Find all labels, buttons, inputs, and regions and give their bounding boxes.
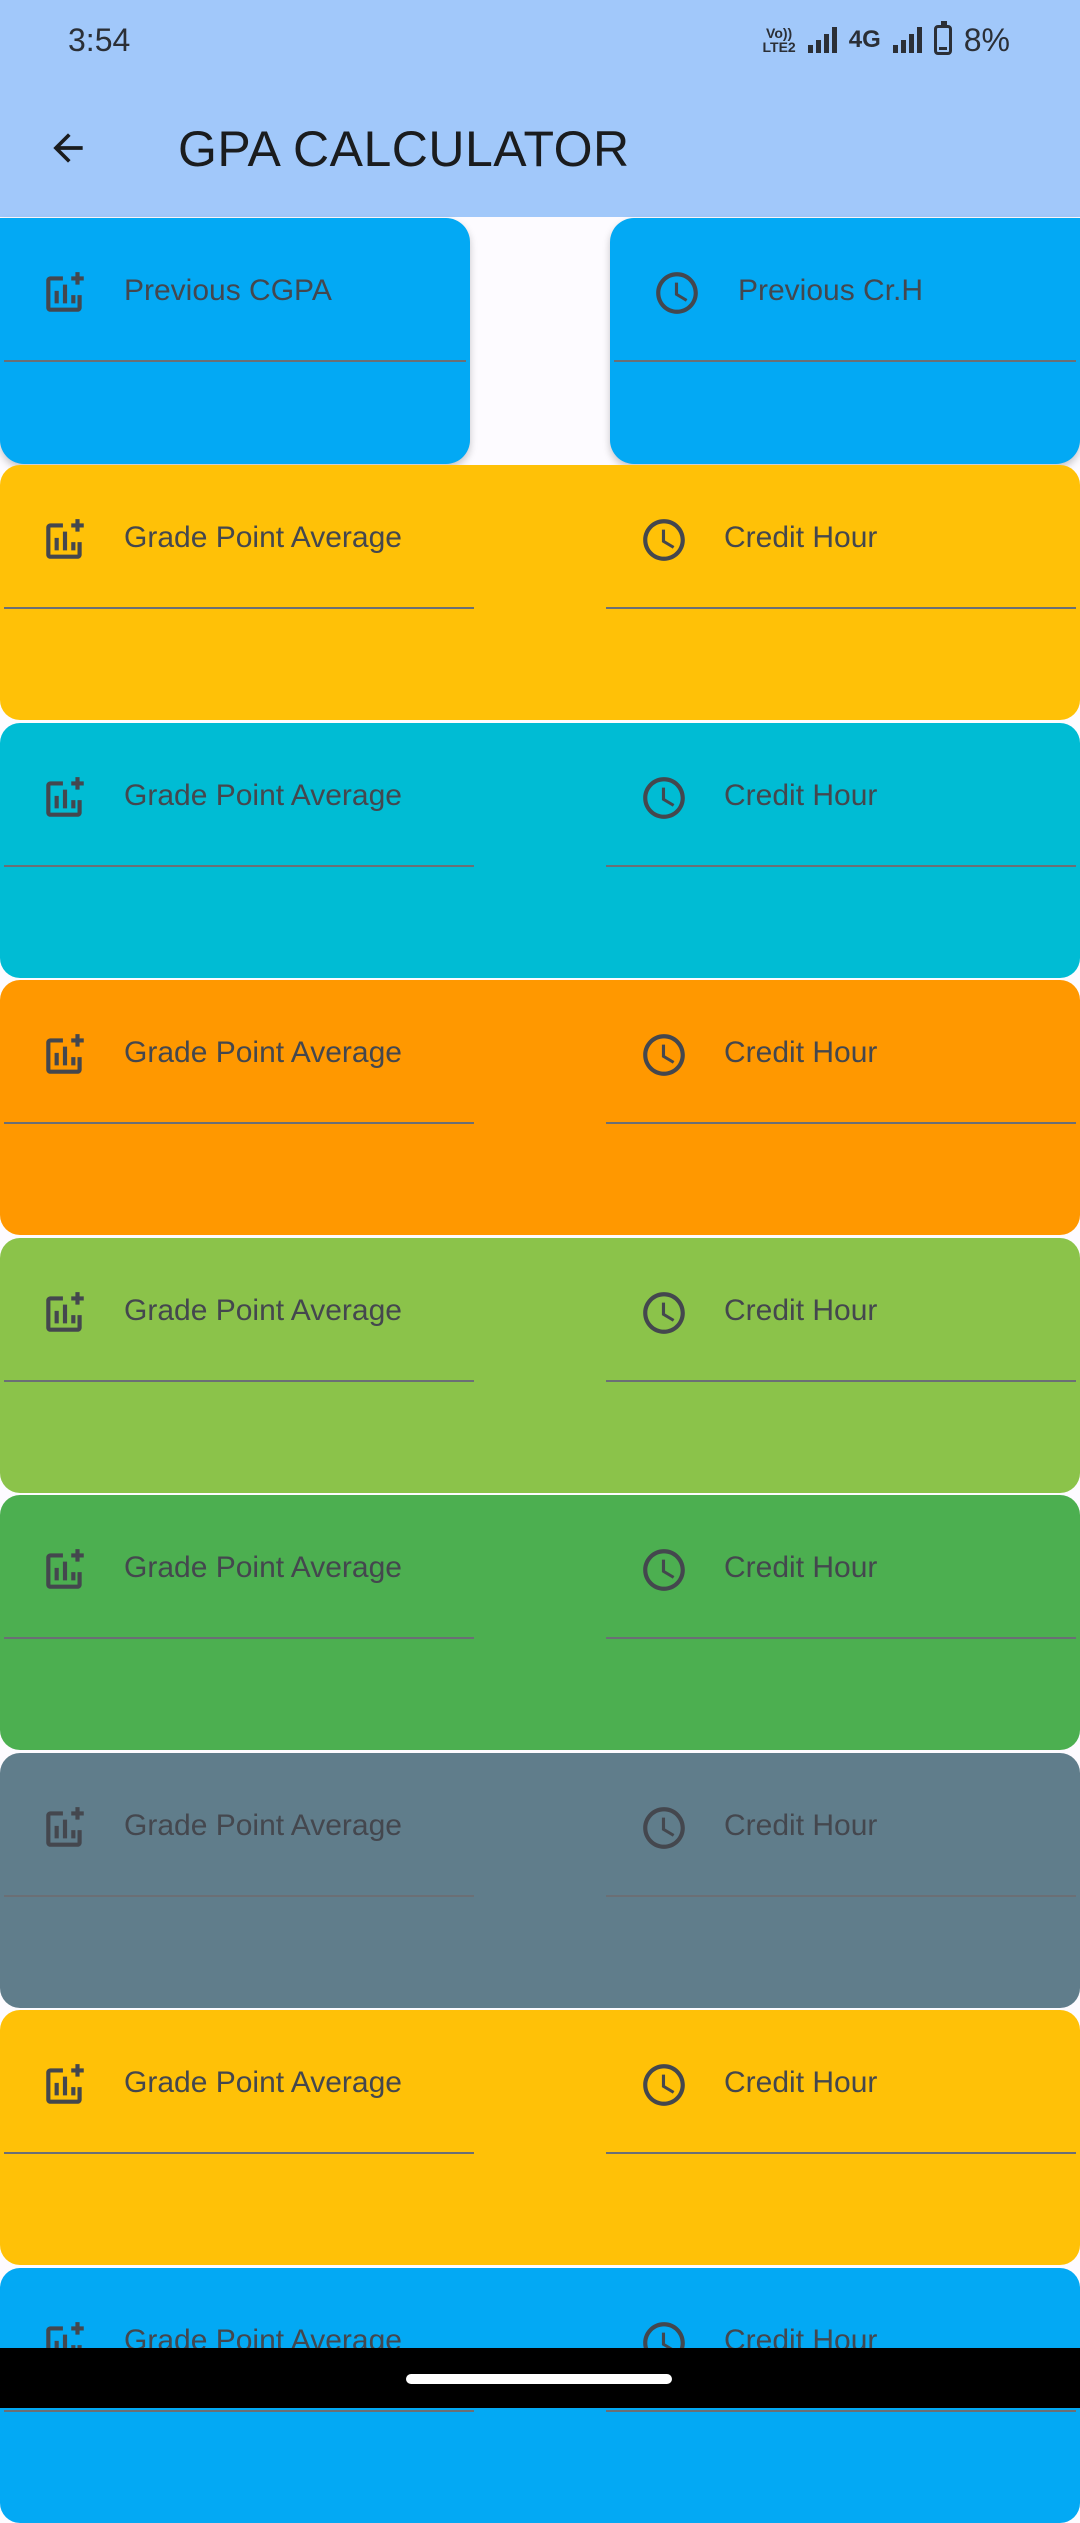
grade-point-field[interactable]: Grade Point Average bbox=[4, 723, 474, 869]
home-gesture-handle[interactable] bbox=[406, 2374, 672, 2384]
clock-icon bbox=[643, 776, 685, 819]
signal-icon bbox=[807, 27, 837, 53]
credit-hour-label: Credit Hour bbox=[724, 521, 878, 554]
input-underline bbox=[606, 1894, 1076, 1897]
input-underline bbox=[606, 2152, 1076, 2154]
grade-point-label: Grade Point Average bbox=[124, 778, 402, 812]
clock-icon bbox=[643, 1034, 685, 1076]
battery-percent: 8% bbox=[963, 21, 1010, 58]
previous-credit-label: Previous Cr.H bbox=[738, 274, 924, 307]
input-underline bbox=[606, 1122, 1076, 1124]
grade-point-label: Grade Point Average bbox=[124, 1551, 402, 1584]
grade-point-field[interactable]: Grade Point Average bbox=[4, 980, 474, 1126]
chart-add-icon bbox=[46, 519, 84, 559]
clock-icon bbox=[643, 1549, 685, 1591]
input-underline bbox=[4, 2409, 474, 2412]
battery-icon bbox=[933, 21, 952, 55]
credit-hour-field[interactable]: Credit Hour bbox=[606, 465, 1076, 611]
page-title: GPA CALCULATOR bbox=[178, 121, 630, 177]
credit-hour-field[interactable]: Credit Hour bbox=[606, 980, 1076, 1126]
app-bar: GPA CALCULATOR bbox=[0, 82, 1080, 217]
chart-add-icon bbox=[46, 272, 84, 312]
signal-icon-2 bbox=[892, 27, 922, 53]
input-underline bbox=[606, 1379, 1076, 1382]
input-underline bbox=[606, 607, 1076, 609]
status-time: 3:54 bbox=[68, 22, 131, 58]
clock-icon bbox=[643, 2064, 685, 2106]
input-underline bbox=[4, 360, 466, 362]
previous-cgpa-field[interactable]: Previous CGPA bbox=[4, 218, 466, 364]
credit-hour-label: Credit Hour bbox=[724, 778, 878, 812]
network-type: 4G bbox=[848, 26, 881, 53]
course-row: Grade Point Average Credit Hour bbox=[0, 2010, 1080, 2265]
grade-point-label: Grade Point Average bbox=[124, 1036, 402, 1069]
input-underline bbox=[606, 2409, 1076, 2412]
chart-add-icon bbox=[46, 1549, 84, 1589]
back-button[interactable] bbox=[32, 112, 104, 184]
credit-hour-label: Credit Hour bbox=[724, 1808, 878, 1842]
previous-credit-field[interactable]: Previous Cr.H bbox=[614, 218, 1076, 364]
course-row: Grade Point Average Credit Hour bbox=[0, 1752, 1080, 2008]
grade-point-field[interactable]: Grade Point Average bbox=[4, 465, 474, 611]
input-underline bbox=[4, 1894, 474, 1897]
course-row: Grade Point Average Credit Hour bbox=[0, 1237, 1080, 1493]
grade-point-field[interactable]: Grade Point Average bbox=[4, 1238, 474, 1384]
input-underline bbox=[4, 1122, 474, 1124]
course-row: Grade Point Average Credit Hour bbox=[0, 465, 1080, 720]
input-underline bbox=[606, 1637, 1076, 1639]
previous-credit-card: Previous Cr.H bbox=[610, 218, 1080, 464]
input-underline bbox=[614, 360, 1076, 362]
status-bar: 3:54 Vo)) LTE2 4G 8% bbox=[0, 0, 1080, 82]
grade-point-label: Grade Point Average bbox=[124, 2066, 402, 2099]
credit-hour-field[interactable]: Credit Hour bbox=[606, 723, 1076, 869]
grade-point-field[interactable]: Grade Point Average bbox=[4, 1753, 474, 1899]
grade-point-label: Grade Point Average bbox=[124, 1293, 402, 1327]
grade-point-field[interactable]: Grade Point Average bbox=[4, 1495, 474, 1641]
chart-add-icon bbox=[46, 1034, 84, 1074]
input-underline bbox=[606, 864, 1076, 867]
grade-point-label: Grade Point Average bbox=[124, 521, 402, 554]
chart-add-icon bbox=[46, 1291, 84, 1332]
course-row: Grade Point Average Credit Hour bbox=[0, 980, 1080, 1235]
clock-icon bbox=[643, 1291, 685, 1334]
status-icons: Vo)) LTE2 4G 8% bbox=[763, 20, 1010, 60]
chart-add-icon bbox=[46, 2064, 84, 2104]
credit-hour-label: Credit Hour bbox=[724, 1551, 878, 1584]
input-underline bbox=[4, 607, 474, 609]
chart-add-icon bbox=[46, 776, 84, 817]
navigation-bar bbox=[0, 2348, 1080, 2408]
credit-hour-field[interactable]: Credit Hour bbox=[606, 2010, 1076, 2156]
credit-hour-label: Credit Hour bbox=[724, 1293, 878, 1327]
credit-hour-field[interactable]: Credit Hour bbox=[606, 1753, 1076, 1899]
grade-point-field[interactable]: Grade Point Average bbox=[4, 2010, 474, 2156]
previous-cgpa-label: Previous CGPA bbox=[124, 274, 332, 307]
course-row: Grade Point Average Credit Hour bbox=[0, 722, 1080, 978]
credit-hour-field[interactable]: Credit Hour bbox=[606, 1495, 1076, 1641]
grade-point-label: Grade Point Average bbox=[124, 1808, 402, 1842]
credit-hour-field[interactable]: Credit Hour bbox=[606, 1238, 1076, 1384]
credit-hour-label: Credit Hour bbox=[724, 1036, 878, 1069]
course-row: Grade Point Average Credit Hour bbox=[0, 1495, 1080, 1750]
clock-icon bbox=[656, 272, 698, 314]
chart-add-icon bbox=[46, 1806, 84, 1847]
input-underline bbox=[4, 1379, 474, 1382]
volte-indicator: Vo)) LTE2 bbox=[762, 25, 796, 55]
credit-hour-label: Credit Hour bbox=[724, 2066, 878, 2099]
clock-icon bbox=[643, 519, 685, 561]
clock-icon bbox=[643, 1806, 685, 1849]
input-underline bbox=[4, 2152, 474, 2154]
input-underline bbox=[4, 864, 474, 867]
arrow-back-icon bbox=[53, 133, 83, 163]
previous-cgpa-card: Previous CGPA bbox=[0, 218, 470, 464]
input-underline bbox=[4, 1637, 474, 1639]
